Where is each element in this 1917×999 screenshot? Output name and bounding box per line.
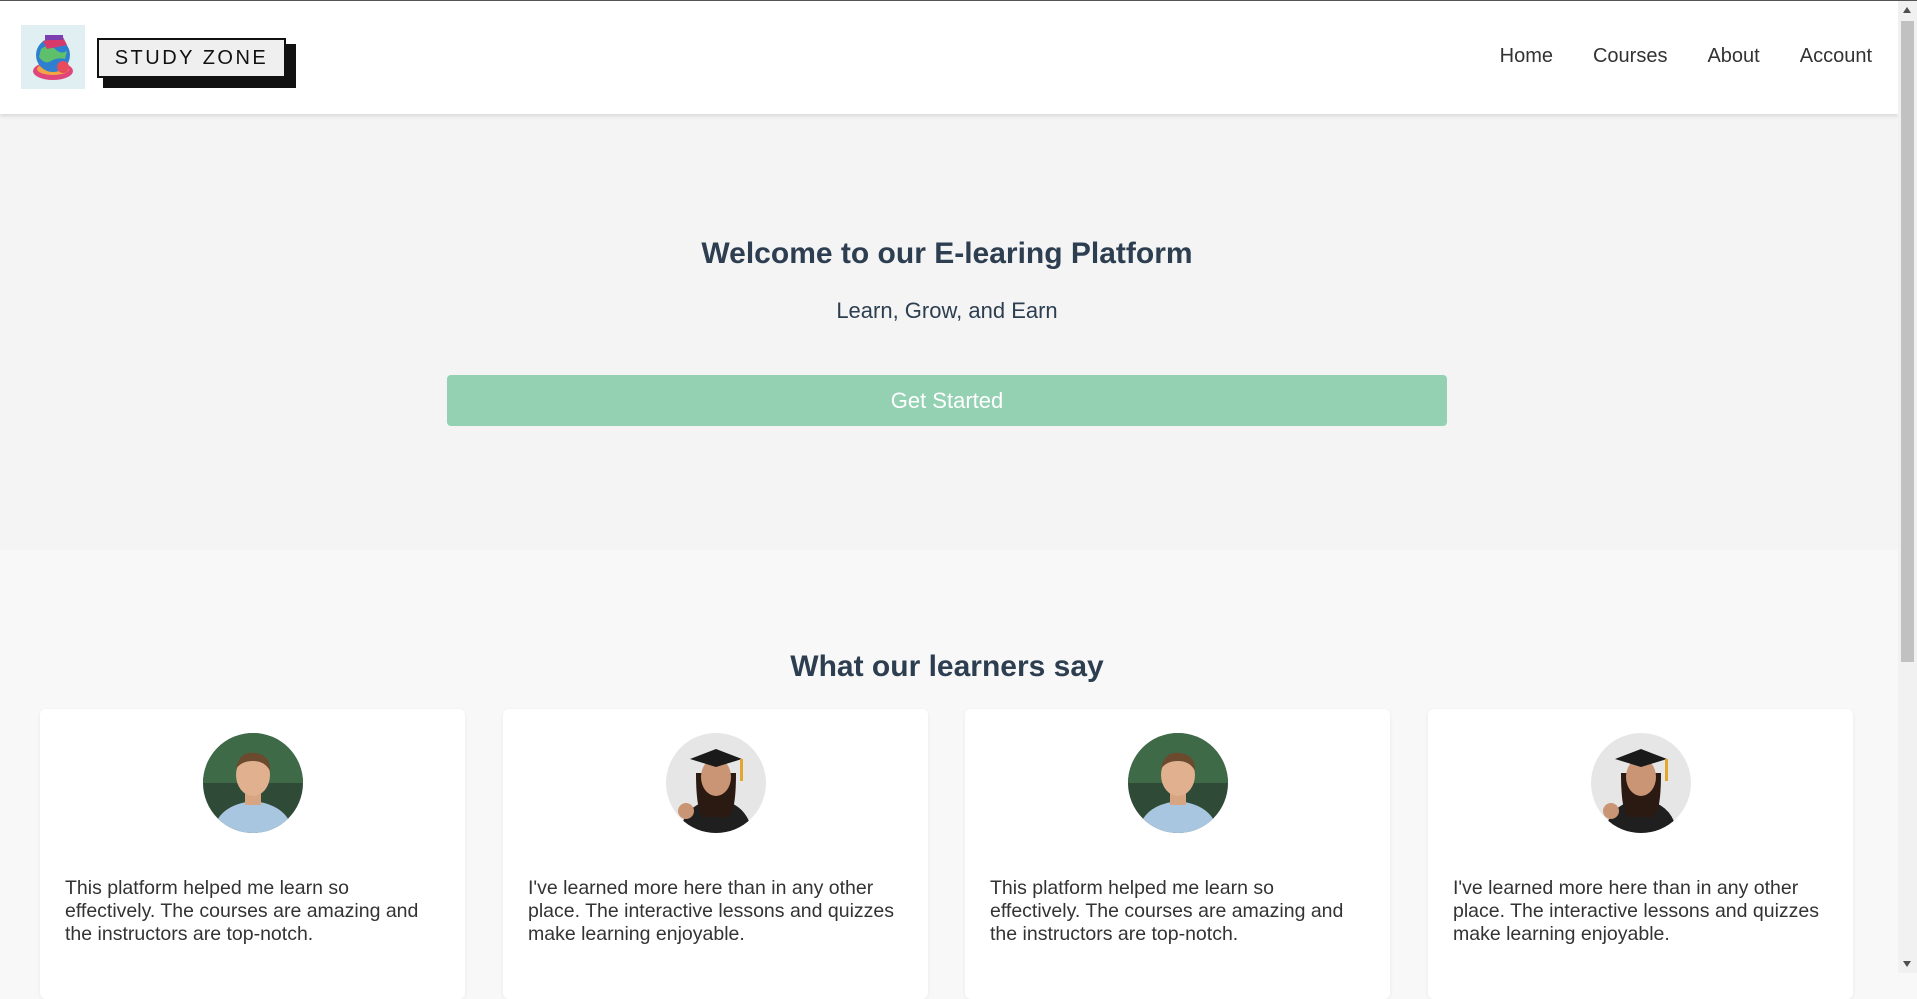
scroll-up-arrow-icon[interactable] [1903,7,1911,13]
man-avatar-icon [203,733,303,833]
graduate-woman-avatar-icon [1591,733,1691,833]
hero-subtitle: Learn, Grow, and Earn [836,298,1058,323]
testimonial-quote: This platform helped me learn so effecti… [990,877,1344,945]
nav-about-link[interactable]: About [1707,45,1759,68]
study-globe-logo-icon[interactable] [21,25,85,89]
man-avatar-icon [1128,733,1228,833]
hero-title: Welcome to our E-learing Platform [701,237,1193,270]
hero-section: Welcome to our E-learing Platform Learn,… [0,114,1898,550]
get-started-button[interactable]: Get Started [447,375,1447,426]
testimonial-card: I've learned more here than in any other… [1428,709,1853,999]
scroll-down-arrow-icon[interactable] [1903,961,1911,967]
testimonials-heading: What our learners say [790,650,1104,683]
testimonial-quote: I've learned more here than in any other… [528,877,895,945]
testimonial-card: This platform helped me learn so effecti… [40,709,465,999]
site-logo[interactable]: STUDY ZONE [97,38,296,88]
site-header: STUDY ZONE Home Courses About Account [0,1,1898,114]
testimonials-section: What our learners say This platform help… [0,550,1898,999]
testimonial-card: This platform helped me learn so effecti… [965,709,1390,999]
nav-account-link[interactable]: Account [1800,45,1872,68]
main-nav: Home Courses About Account [1500,45,1872,68]
vertical-scrollbar[interactable] [1898,1,1917,973]
scrollbar-thumb[interactable] [1901,21,1914,662]
testimonial-card: I've learned more here than in any other… [503,709,928,999]
testimonial-quote: I've learned more here than in any other… [1453,877,1820,945]
graduate-woman-avatar-icon [666,733,766,833]
nav-courses-link[interactable]: Courses [1593,45,1667,68]
testimonial-quote: This platform helped me learn so effecti… [65,877,419,945]
nav-home-link[interactable]: Home [1500,45,1553,68]
logo-text: STUDY ZONE [97,38,286,78]
